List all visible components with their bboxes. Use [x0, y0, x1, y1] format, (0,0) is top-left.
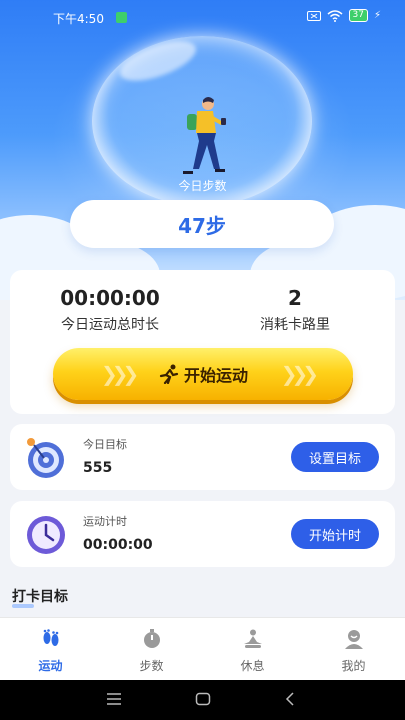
footprints-icon: [43, 629, 58, 646]
clock-icon: [27, 516, 65, 554]
charging-icon: ⚡: [373, 10, 381, 21]
stats-card: 00:00:00 今日运动总时长 2 消耗卡路里 ❯❯❯ ❯❯❯ 开始运动: [10, 270, 395, 414]
set-goal-button[interactable]: 设置目标: [291, 442, 379, 472]
home-icon[interactable]: [195, 692, 211, 706]
sim-icon: [306, 10, 321, 21]
tab-exercise-label: 运动: [38, 659, 63, 673]
duration-stat: 00:00:00 今日运动总时长: [40, 286, 180, 334]
app-notification-icon: [116, 12, 127, 23]
goal-value: 555: [83, 460, 113, 476]
tab-mine[interactable]: 我的: [303, 618, 404, 681]
calories-label: 消耗卡路里: [260, 317, 330, 333]
steps-value: 47步: [70, 200, 334, 248]
goal-card: 今日目标 555 设置目标: [10, 424, 395, 490]
battery-icon: 37: [348, 9, 368, 22]
tab-rest[interactable]: 休息: [202, 618, 303, 681]
duration-label: 今日运动总时长: [61, 317, 159, 333]
hero-banner: [0, 0, 405, 300]
tab-mine-label: 我的: [341, 659, 366, 673]
wifi-icon: [327, 9, 343, 22]
tab-steps-label: 步数: [139, 659, 164, 673]
section-title-text: 打卡目标: [12, 589, 68, 605]
duration-value: 00:00:00: [60, 286, 160, 310]
timer-card: 运动计时 00:00:00 开始计时: [10, 501, 395, 567]
chevrons-left-decoration: ❯❯❯: [101, 362, 139, 386]
tab-rest-label: 休息: [240, 659, 265, 673]
timer-value: 00:00:00: [83, 537, 153, 553]
bottom-tab-bar: 运动 步数 休息 我的: [0, 617, 405, 681]
tab-steps[interactable]: 步数: [101, 618, 202, 681]
start-exercise-button[interactable]: ❯❯❯ ❯❯❯ 开始运动: [53, 348, 353, 400]
start-exercise-label: 开始运动: [183, 366, 248, 385]
calories-value: 2: [288, 286, 302, 310]
steps-label: 今日步数: [178, 179, 227, 193]
start-timer-button[interactable]: 开始计时: [291, 519, 379, 549]
walking-person-icon: [183, 97, 226, 174]
chevrons-right-decoration: ❯❯❯: [280, 362, 319, 386]
target-icon: [27, 438, 64, 478]
timer-title: 运动计时: [83, 515, 127, 528]
status-time: 下午4:50: [53, 12, 104, 26]
profile-icon: [344, 630, 363, 649]
back-icon[interactable]: [284, 692, 298, 706]
system-navigation-bar: [0, 680, 405, 720]
menu-icon[interactable]: [106, 692, 122, 706]
running-icon: [159, 364, 179, 384]
section-title-checkin: 打卡目标: [12, 586, 68, 608]
stopwatch-icon: [143, 629, 160, 648]
calories-stat: 2 消耗卡路里: [235, 286, 355, 334]
meditation-icon: [243, 629, 262, 648]
goal-title: 今日目标: [83, 438, 127, 451]
tab-exercise[interactable]: 运动: [0, 618, 101, 681]
status-bar: 下午4:50 37 ⚡: [0, 0, 405, 36]
